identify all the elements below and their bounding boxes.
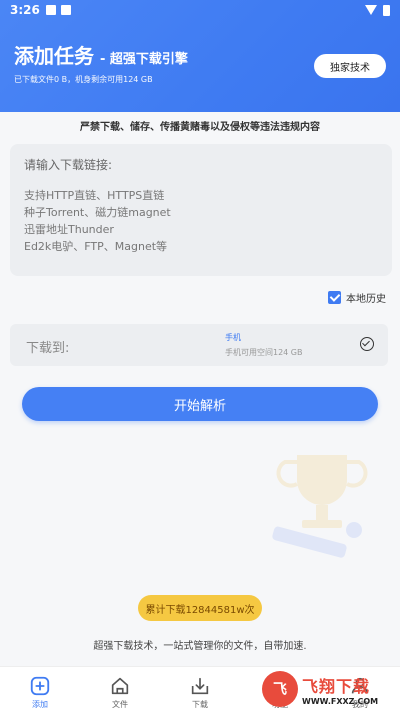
notification-icon — [60, 5, 71, 15]
tab-label: 添加 — [32, 700, 48, 709]
watermark-title: 飞翔下载 — [302, 676, 371, 696]
download-counter-badge: 累计下载12844581w次 — [138, 595, 262, 621]
hint-line: 迅雷地址Thunder — [24, 223, 114, 236]
wifi-icon — [365, 5, 377, 15]
notification-icon — [45, 5, 56, 15]
destination-space: 手机可用空间124 GB — [225, 348, 303, 357]
start-parse-button[interactable]: 开始解析 — [22, 387, 378, 421]
tab-download[interactable]: 下载 — [160, 667, 240, 712]
tab-add[interactable]: 添加 — [0, 667, 80, 712]
link-placeholder: 请输入下载链接: — [24, 158, 113, 172]
download-link-input[interactable]: 请输入下载链接: 支持HTTP直链、HTTPS直链 种子Torrent、磁力链m… — [10, 144, 392, 276]
legal-warning: 严禁下载、储存、传播黄赌毒以及侵权等违法违规内容 — [80, 122, 320, 133]
history-label: 本地历史 — [346, 294, 386, 305]
download-destination[interactable]: 下载到: 手机 手机可用空间124 GB — [10, 324, 388, 366]
watermark-url: WWW.FXXZ.COM — [302, 696, 379, 706]
tab-label: 文件 — [112, 700, 128, 709]
home-icon — [111, 677, 129, 695]
watermark: 飞 飞翔下载 WWW.FXXZ.COM — [262, 668, 396, 710]
page-subtitle: - 超强下载引擎 — [100, 52, 188, 67]
tagline: 超强下载技术，一站式管理你的文件，自带加速. — [93, 641, 307, 652]
hint-line: Ed2k电驴、FTP、Magnet等 — [24, 240, 168, 253]
check-circle-icon[interactable] — [360, 337, 374, 351]
watermark-logo-icon: 飞 — [262, 671, 298, 707]
download-icon — [191, 677, 209, 695]
hint-line: 支持HTTP直链、HTTPS直链 — [24, 189, 165, 202]
status-bar: 3:26 — [0, 0, 400, 20]
battery-icon — [383, 4, 390, 16]
checkbox-checked-icon[interactable] — [328, 291, 341, 304]
link-hints: 支持HTTP直链、HTTPS直链 种子Torrent、磁力链magnet 迅雷地… — [24, 187, 378, 255]
exclusive-tech-button[interactable]: 独家技术 — [314, 54, 386, 78]
page-title: 添加任务 — [14, 44, 94, 68]
destination-name: 手机 — [225, 333, 241, 342]
storage-info: 已下载文件0 B，机身剩余可用124 GB — [14, 75, 153, 84]
local-history-toggle[interactable]: 本地历史 — [328, 290, 386, 305]
tab-files[interactable]: 文件 — [80, 667, 160, 712]
header: 3:26 添加任务 - 超强下载引擎 已下载文件0 B，机身剩余可用124 GB… — [0, 0, 400, 112]
hint-line: 种子Torrent、磁力链magnet — [24, 206, 171, 219]
add-icon — [30, 676, 50, 696]
trophy-icon — [272, 455, 368, 558]
status-time: 3:26 — [10, 3, 40, 17]
destination-label: 下载到: — [26, 341, 70, 356]
tab-label: 下载 — [192, 700, 208, 709]
